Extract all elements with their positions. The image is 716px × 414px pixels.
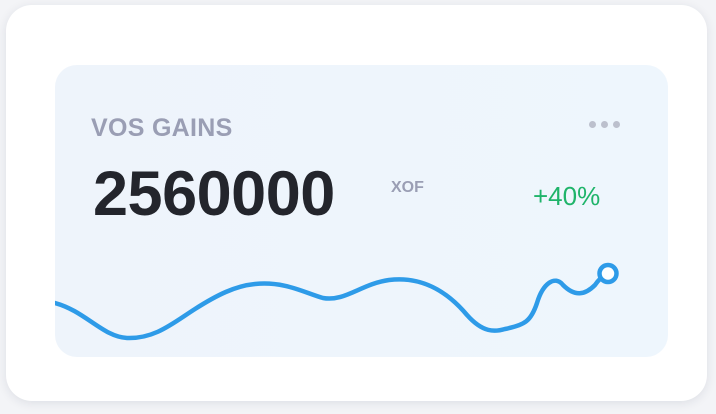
card-title: VOS GAINS bbox=[91, 114, 233, 142]
earnings-amount: 2560000 bbox=[93, 159, 335, 229]
more-options-button[interactable] bbox=[582, 114, 626, 134]
sparkline-endpoint bbox=[597, 262, 619, 285]
currency-label: XOF bbox=[391, 179, 424, 196]
outer-card: VOS GAINS 2560000 XOF +40% bbox=[6, 5, 707, 401]
sparkline-path bbox=[55, 271, 610, 341]
earnings-sparkline bbox=[55, 262, 619, 341]
more-horizontal-icon bbox=[612, 120, 620, 128]
change-percentage: +40% bbox=[533, 181, 601, 211]
more-horizontal-icon bbox=[588, 120, 596, 128]
more-horizontal-icon bbox=[600, 120, 608, 128]
earnings-card: VOS GAINS 2560000 XOF +40% bbox=[55, 65, 668, 357]
